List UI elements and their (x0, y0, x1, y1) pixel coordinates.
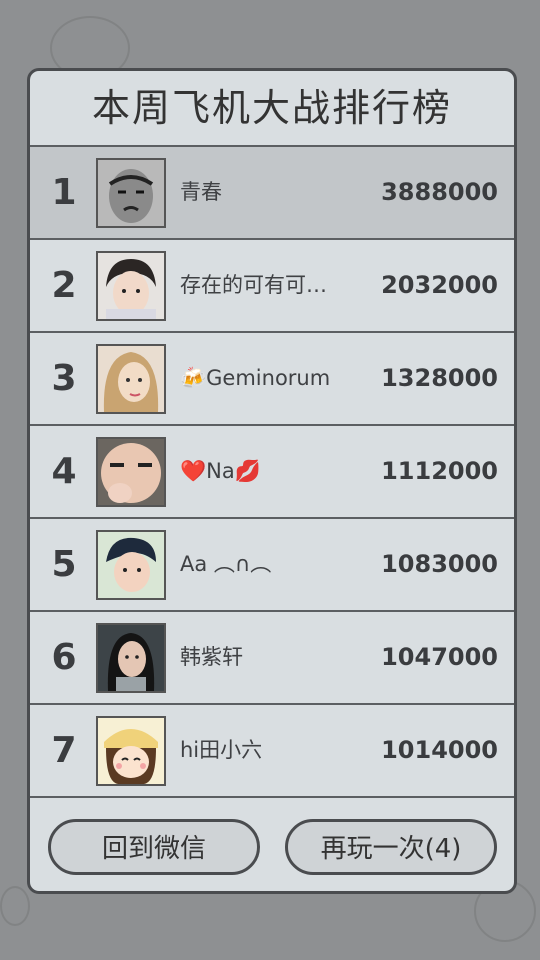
player-score: 1047000 (381, 643, 498, 671)
ranking-row[interactable]: 7 hi田小六 1014000 (30, 705, 514, 798)
user-avatar-icon (96, 530, 166, 600)
user-avatar-icon (96, 437, 166, 507)
user-avatar-icon (96, 623, 166, 693)
rank-number: 3 (51, 358, 77, 399)
player-name: hi田小六 (180, 738, 263, 762)
user-avatar-icon (96, 158, 166, 228)
ranking-row[interactable]: 5 Aa ︵∩︵ 1083000 (30, 519, 514, 612)
rank-number: 5 (51, 544, 77, 585)
player-score: 1014000 (381, 736, 498, 764)
player-name: 🍻Geminorum (180, 366, 331, 390)
ranking-row[interactable]: 2 存在的可有可… 2032000 (30, 240, 514, 333)
play-again-button[interactable]: 再玩一次(4) (285, 819, 497, 875)
player-name: ❤️Na💋 (180, 459, 261, 483)
player-score: 1112000 (381, 457, 498, 485)
user-avatar-icon (96, 344, 166, 414)
rank-number: 4 (51, 451, 77, 492)
player-score: 2032000 (381, 271, 498, 299)
ranking-row[interactable]: 1 青春 3888000 (30, 147, 514, 240)
leaderboard-panel: 本周飞机大战排行榜 1 青春 3888000 2 存在的可有可… 2032000… (27, 68, 517, 894)
rank-number: 1 (51, 172, 77, 213)
user-avatar-icon (96, 716, 166, 786)
back-to-wechat-button[interactable]: 回到微信 (48, 819, 260, 875)
action-bar: 回到微信 再玩一次(4) (30, 803, 514, 891)
leaderboard-title: 本周飞机大战排行榜 (30, 71, 514, 147)
player-name: Aa ︵∩︵ (180, 552, 272, 576)
ranking-row[interactable]: 6 韩紫轩 1047000 (30, 612, 514, 705)
player-score: 3888000 (381, 178, 498, 206)
player-name: 韩紫轩 (180, 645, 243, 669)
player-score: 1328000 (381, 364, 498, 392)
user-avatar-icon (96, 251, 166, 321)
rank-number: 2 (51, 265, 77, 306)
ranking-row[interactable]: 3 🍻Geminorum 1328000 (30, 333, 514, 426)
player-name: 存在的可有可… (180, 273, 327, 297)
ranking-row[interactable]: 4 ❤️Na💋 1112000 (30, 426, 514, 519)
player-name: 青春 (180, 180, 222, 204)
player-score: 1083000 (381, 550, 498, 578)
rank-number: 7 (51, 730, 77, 771)
rank-number: 6 (51, 637, 77, 678)
ranking-list: 1 青春 3888000 2 存在的可有可… 2032000 3 🍻Gemino… (30, 147, 514, 798)
background-doodle (0, 886, 30, 926)
